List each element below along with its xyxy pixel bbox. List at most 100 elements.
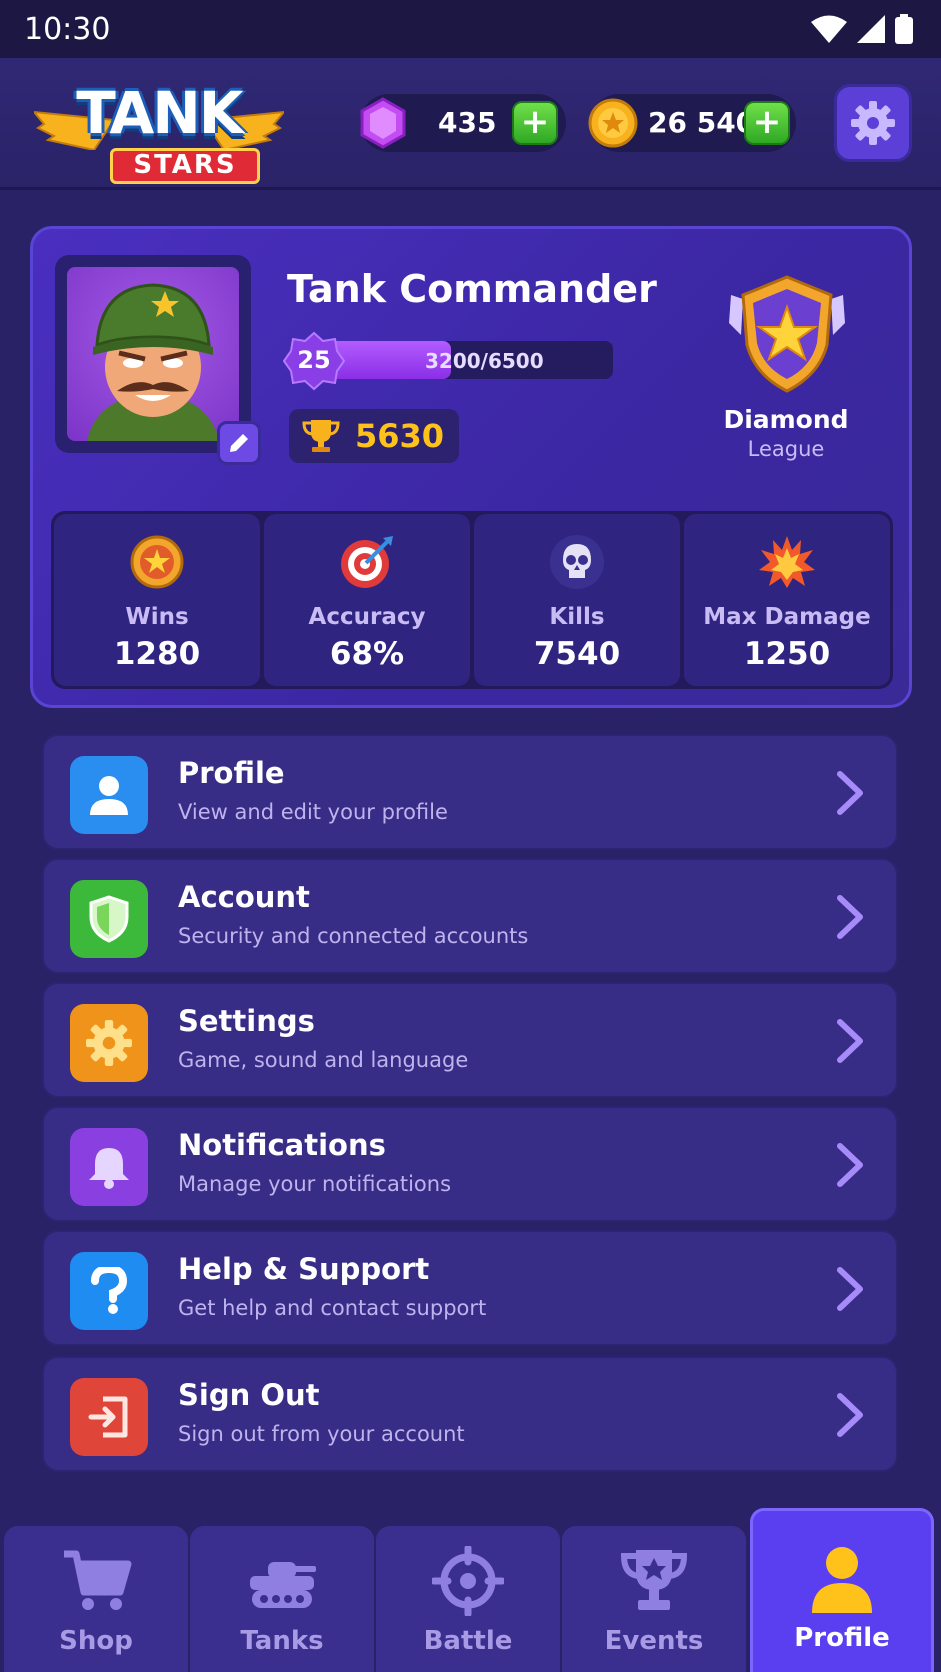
menu-icon-box [70, 880, 148, 958]
bell-icon [89, 1148, 129, 1189]
gem-icon [360, 97, 406, 149]
menu-title: Notifications [178, 1128, 386, 1162]
stat-value: 1250 [743, 636, 831, 672]
signal-icon [857, 15, 885, 43]
menu-item-notifications[interactable]: Notifications Manage your notifications [42, 1106, 898, 1222]
player-name: Tank Commander [287, 267, 657, 311]
explosion-icon [759, 536, 815, 588]
menu-subtitle: Manage your notifications [178, 1172, 452, 1196]
nav-tab-tanks[interactable]: Tanks [190, 1526, 374, 1672]
coins-value: 26 540 [648, 106, 756, 139]
chevron-right-icon [837, 1393, 863, 1437]
chevron-right-icon [837, 771, 863, 815]
nav-label: Shop [59, 1626, 133, 1656]
edit-avatar-button[interactable] [217, 421, 261, 465]
user-icon [812, 1547, 872, 1613]
menu-subtitle: Sign out from your account [178, 1422, 465, 1446]
logo-subtitle: STARS [110, 148, 260, 184]
bottom-nav: Shop Tanks Battle Events Profile [0, 1508, 941, 1672]
nav-label: Battle [423, 1626, 513, 1656]
nav-label: Profile [794, 1623, 890, 1653]
cart-icon [64, 1550, 132, 1610]
nav-tab-battle[interactable]: Battle [376, 1526, 560, 1672]
xp-text: 3200/6500 [425, 349, 544, 373]
level-number: 25 [297, 346, 331, 374]
wifi-icon [811, 15, 847, 43]
menu-item-help-support[interactable]: Help & Support Get help and contact supp… [42, 1230, 898, 1346]
chevron-right-icon [837, 1143, 863, 1187]
nav-tab-profile[interactable]: Profile [750, 1508, 934, 1672]
trophy-icon [620, 1550, 688, 1610]
settings-button[interactable] [834, 84, 912, 162]
add-gems-button[interactable]: + [512, 101, 558, 145]
stat-label: Accuracy [308, 604, 426, 630]
stat-label: Wins [125, 604, 189, 630]
menu-icon-box [70, 756, 148, 834]
menu-icon-box [70, 1128, 148, 1206]
diamond-league-shield-icon [729, 275, 845, 393]
stat-accuracy: Accuracy 68% [264, 514, 470, 686]
menu-icon-box [70, 1004, 148, 1082]
stat-value: 1280 [113, 636, 201, 672]
stat-value: 68% [329, 636, 405, 672]
profile-card: Tank Commander 3200/6500 25 5630 Diamond… [30, 226, 912, 708]
menu-icon-box [70, 1252, 148, 1330]
menu-subtitle: Security and connected accounts [178, 924, 529, 948]
tank-icon [250, 1562, 316, 1608]
logo-title: TANK [76, 79, 243, 147]
nav-tab-events[interactable]: Events [562, 1526, 746, 1672]
medal-icon [130, 535, 184, 589]
stat-value: 7540 [533, 636, 621, 672]
league-label: League [747, 437, 825, 461]
menu-title: Account [178, 880, 310, 914]
battery-icon [895, 14, 913, 44]
status-icons [811, 14, 913, 44]
question-icon [91, 1267, 128, 1314]
chevron-right-icon [837, 1019, 863, 1063]
nav-tab-shop[interactable]: Shop [4, 1526, 188, 1672]
gems-counter: 435 + [360, 94, 566, 152]
trophy-icon [302, 420, 340, 452]
menu-subtitle: Game, sound and language [178, 1048, 469, 1072]
chevron-right-icon [837, 895, 863, 939]
avatar[interactable] [67, 267, 239, 441]
stat-kills: Kills 7540 [474, 514, 680, 686]
commander-portrait-icon [87, 283, 219, 441]
user-icon [90, 776, 128, 815]
trophy-count: 5630 [289, 409, 459, 463]
menu-item-profile[interactable]: Profile View and edit your profile [42, 734, 898, 850]
trophy-value: 5630 [355, 417, 445, 455]
gear-icon [86, 1020, 132, 1066]
pencil-icon [230, 434, 248, 452]
menu-title: Settings [178, 1004, 315, 1038]
top-bar: TANK STARS 435 + 26 540 + [0, 58, 941, 190]
chevron-right-icon [837, 1267, 863, 1311]
gear-icon [851, 101, 895, 145]
menu-icon-box [70, 1378, 148, 1456]
stat-max-damage: Max Damage 1250 [684, 514, 890, 686]
nav-label: Events [604, 1626, 704, 1656]
menu-subtitle: View and edit your profile [178, 800, 448, 824]
menu-subtitle: Get help and contact support [178, 1296, 487, 1320]
coins-counter: 26 540 + [588, 94, 796, 152]
crosshair-icon [432, 1546, 504, 1616]
shield-icon [89, 895, 129, 943]
status-bar: 10:30 [0, 0, 941, 58]
target-icon [341, 536, 393, 588]
menu-item-account[interactable]: Account Security and connected accounts [42, 858, 898, 974]
level-badge: 25 [282, 331, 346, 391]
menu-item-sign-out[interactable]: Sign Out Sign out from your account [42, 1356, 898, 1472]
menu-item-settings[interactable]: Settings Game, sound and language [42, 982, 898, 1098]
menu-title: Help & Support [178, 1252, 430, 1286]
coin-icon [588, 98, 638, 148]
menu-title: Profile [178, 756, 285, 790]
stats-row: Wins 1280 Accuracy 68% Kills 7540 Max Da… [51, 511, 893, 689]
stat-label: Max Damage [703, 604, 871, 630]
stat-wins: Wins 1280 [54, 514, 260, 686]
status-time: 10:30 [24, 11, 111, 47]
menu-title: Sign Out [178, 1378, 320, 1412]
game-logo: TANK STARS [34, 72, 284, 184]
gems-value: 435 [438, 106, 497, 139]
add-coins-button[interactable]: + [744, 101, 790, 145]
skull-icon [550, 535, 604, 589]
